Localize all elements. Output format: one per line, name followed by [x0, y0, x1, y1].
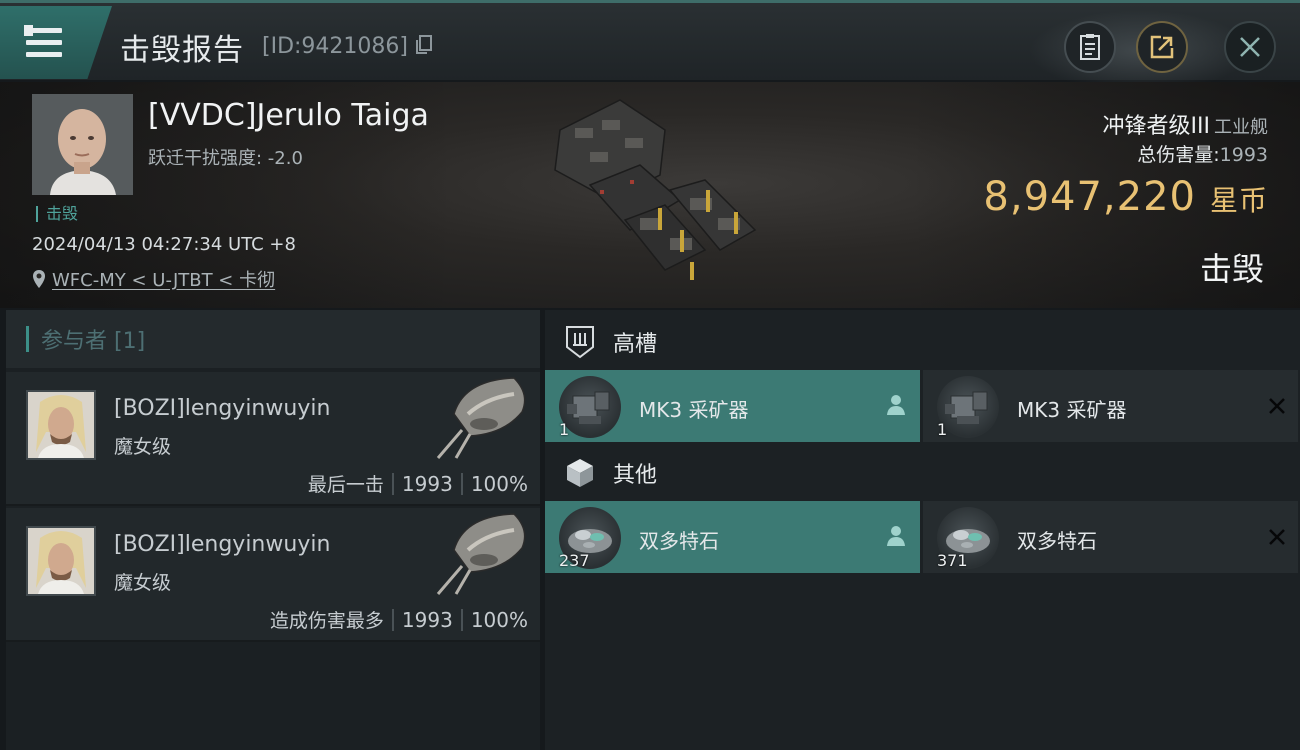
- cross-icon: [1269, 529, 1285, 545]
- victim-summary: [VVDC]Jerulo Taiga 跃迁干扰强度: -2.0 击毁 2024/…: [0, 82, 1300, 308]
- location-link[interactable]: WFC-MY < U-JTBT < 卡彻: [52, 266, 275, 292]
- attacker-ship-image[interactable]: [434, 510, 530, 600]
- victim-name[interactable]: [VVDC]Jerulo Taiga: [148, 98, 429, 133]
- isk-amount: 8,947,220: [983, 174, 1196, 220]
- attacker-name[interactable]: [BOZI]lengyinwuyin: [114, 532, 330, 557]
- item-name: 双多特石: [639, 529, 719, 553]
- high-slot-icon: [565, 326, 595, 359]
- attacker-stats: 最后一击 1993 100%: [308, 470, 528, 497]
- person-icon: [887, 395, 905, 415]
- item-quantity: 1: [559, 420, 570, 439]
- item-quantity: 371: [937, 551, 968, 570]
- attacker-name[interactable]: [BOZI]lengyinwuyin: [114, 396, 330, 421]
- cargo-box-icon: [565, 457, 595, 489]
- menu-icon: [24, 25, 62, 58]
- attacker-percent: 100%: [470, 471, 528, 496]
- person-icon: [887, 526, 905, 546]
- other-header: 其他: [565, 455, 657, 491]
- clipboard-icon: [1080, 34, 1100, 60]
- victim-ship-image: [554, 99, 757, 280]
- isk-unit: 星币: [1209, 184, 1268, 217]
- attacker-row[interactable]: [BOZI]lengyinwuyin 魔女级 最后一击 1993 100%: [6, 372, 540, 506]
- high-slot-header: 高槽: [565, 324, 657, 360]
- fitting-item-destroyed[interactable]: 1 MK3 采矿器: [923, 370, 1298, 442]
- kill-location[interactable]: WFC-MY < U-JTBT < 卡彻: [32, 266, 275, 292]
- attacker-stats: 造成伤害最多 1993 100%: [270, 606, 528, 633]
- warp-scramble-strength: 跃迁干扰强度: -2.0: [148, 148, 303, 169]
- page-title: 击毁报告: [120, 33, 244, 68]
- item-name: MK3 采矿器: [639, 398, 749, 422]
- attacker-row[interactable]: [BOZI]lengyinwuyin 魔女级 造成伤害最多 1993 100%: [6, 508, 540, 642]
- fittings-panel: 高槽 1 MK3 采矿器 1 MK3 采矿器 其他 237 双多特石 371 双…: [545, 310, 1300, 750]
- close-icon: [1240, 37, 1260, 57]
- close-button[interactable]: [1224, 21, 1276, 73]
- victim-status-badge: 击毁: [36, 206, 78, 222]
- high-slot-label: 高槽: [613, 332, 658, 357]
- attacker-avatar[interactable]: [26, 390, 96, 460]
- attacker-ship-image[interactable]: [434, 374, 530, 464]
- top-bar: 击毁报告 [ID:9421086]: [0, 0, 1300, 83]
- attacker-ship: 魔女级: [114, 436, 172, 458]
- other-label: 其他: [613, 463, 658, 488]
- item-quantity: 1: [937, 420, 948, 439]
- copy-icon[interactable]: [415, 35, 433, 55]
- share-button[interactable]: [1136, 21, 1188, 73]
- participants-panel: 参与者 [1] [BOZI]lengyinwuyin 魔女级 最后一击 1993…: [6, 310, 540, 750]
- total-damage-label: 总伤害量:: [1137, 144, 1220, 166]
- location-pin-icon: [33, 270, 45, 288]
- isk-value: 8,947,220 星币: [983, 174, 1268, 220]
- total-damage-value: 1993: [1219, 144, 1268, 166]
- attacker-tag: 造成伤害最多: [269, 610, 384, 632]
- attacker-avatar[interactable]: [26, 526, 96, 596]
- attacker-percent: 100%: [470, 607, 528, 632]
- ship-class-name: 冲锋者级III: [1102, 114, 1210, 139]
- kill-result: 击毁: [1199, 250, 1264, 288]
- menu-button[interactable]: [0, 6, 112, 79]
- attacker-damage: 1993: [401, 471, 453, 496]
- attacker-ship: 魔女级: [114, 572, 172, 594]
- ship-class-type: 工业舰: [1214, 117, 1268, 138]
- report-id[interactable]: [ID:9421086]: [262, 34, 433, 59]
- divider: [391, 472, 394, 495]
- attacker-damage: 1993: [401, 607, 453, 632]
- divider: [460, 472, 463, 495]
- share-icon: [1150, 35, 1174, 59]
- fitting-item-dropped[interactable]: 1 MK3 采矿器: [545, 370, 920, 442]
- kill-timestamp: 2024/04/13 04:27:34 UTC +8: [32, 234, 296, 255]
- divider: [391, 608, 394, 631]
- victim-avatar[interactable]: [32, 94, 133, 195]
- fitting-item-destroyed[interactable]: 371 双多特石: [923, 501, 1298, 573]
- ship-class[interactable]: 冲锋者级III 工业舰: [1103, 108, 1268, 140]
- clipboard-button[interactable]: [1064, 21, 1116, 73]
- item-quantity: 237: [559, 551, 590, 570]
- fitting-item-dropped[interactable]: 237 双多特石: [545, 501, 920, 573]
- report-id-text: [ID:9421086]: [262, 34, 408, 59]
- participants-header: 参与者 [1]: [6, 310, 540, 368]
- cross-icon: [1269, 398, 1285, 414]
- divider: [460, 608, 463, 631]
- item-name: 双多特石: [1017, 529, 1097, 553]
- total-damage: 总伤害量:1993: [1137, 140, 1268, 167]
- item-name: MK3 采矿器: [1017, 398, 1127, 422]
- attacker-tag: 最后一击: [307, 474, 384, 496]
